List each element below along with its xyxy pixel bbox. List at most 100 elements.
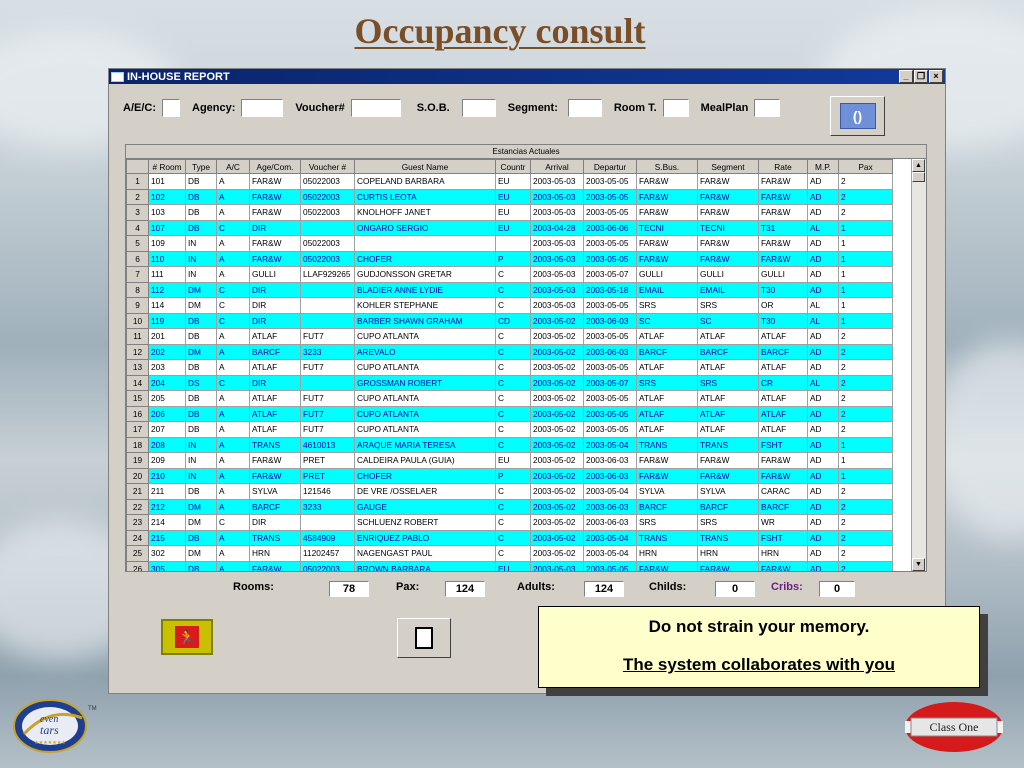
table-row[interactable]: 25 302 DM A HRN 11202457 NAGENGAST PAUL C 2003-0… (126, 545, 893, 562)
table-cell[interactable]: 2 (838, 188, 893, 205)
table-cell[interactable]: FUT7 (300, 328, 355, 345)
table-cell[interactable]: DIR (249, 374, 301, 391)
table-cell[interactable]: DB (185, 328, 217, 345)
table-cell[interactable]: FAR&W (758, 235, 808, 252)
table-cell[interactable]: CUPO ATLANTA (354, 405, 496, 422)
table-row[interactable]: 6 110 IN A FAR&W 05022003 CHOFER P 2003-05-03 200… (126, 250, 893, 267)
table-row[interactable]: 22 212 DM A BARCF 3233 GAUGE C 2003-05-02 2003-06… (126, 498, 893, 515)
table-cell[interactable]: CUPO ATLANTA (354, 390, 496, 407)
table-cell[interactable]: FAR&W (758, 467, 808, 484)
table-cell[interactable]: FAR&W (697, 173, 759, 190)
table-cell[interactable]: T30 (758, 281, 808, 298)
table-cell[interactable]: AD (807, 281, 839, 298)
table-cell[interactable]: 2003-05-07 (583, 266, 637, 283)
table-cell[interactable]: 4584909 (300, 529, 355, 546)
table-cell[interactable]: T31 (758, 219, 808, 236)
table-cell[interactable]: 2 (838, 204, 893, 221)
table-cell[interactable]: 2 (838, 498, 893, 515)
table-cell[interactable]: SYLVA (636, 483, 698, 500)
table-cell[interactable]: TECNI (636, 219, 698, 236)
table-cell[interactable]: 2 (838, 545, 893, 562)
table-cell[interactable]: 2 (838, 359, 893, 376)
table-cell[interactable]: A (216, 188, 250, 205)
table-cell[interactable]: DIR (249, 281, 301, 298)
restore-button[interactable]: ❐ (914, 70, 928, 83)
table-cell[interactable]: GULLI (636, 266, 698, 283)
row-number[interactable]: 16 (126, 405, 149, 422)
table-cell[interactable]: DB (185, 390, 217, 407)
table-cell[interactable]: EU (495, 452, 531, 469)
table-cell[interactable]: COPELAND BARBARA (354, 173, 496, 190)
scroll-down-icon[interactable]: ▼ (912, 558, 925, 571)
table-cell[interactable]: TRANS (697, 529, 759, 546)
row-number[interactable]: 21 (126, 483, 149, 500)
table-row[interactable]: 16 206 DB A ATLAF FUT7 CUPO ATLANTA C 2003-05-02… (126, 405, 893, 422)
table-cell[interactable]: C (495, 281, 531, 298)
table-cell[interactable]: 4610013 (300, 436, 355, 453)
table-cell[interactable]: EMAIL (697, 281, 759, 298)
table-cell[interactable]: SC (697, 312, 759, 329)
column-header[interactable]: Countr (495, 159, 531, 174)
table-cell[interactable]: CUPO ATLANTA (354, 328, 496, 345)
column-header[interactable]: Guest Name (354, 159, 496, 174)
table-cell[interactable]: 2003-06-03 (583, 467, 637, 484)
table-cell[interactable]: C (495, 483, 531, 500)
table-cell[interactable]: A (216, 421, 250, 438)
table-cell[interactable]: 2003-05-05 (583, 560, 637, 571)
table-cell[interactable]: 2003-06-03 (583, 312, 637, 329)
table-cell[interactable]: CD (495, 312, 531, 329)
table-cell[interactable]: DB (185, 173, 217, 190)
table-row[interactable]: 2 102 DB A FAR&W 05022003 CURTIS LEOTA EU 2003-0… (126, 188, 893, 205)
table-cell[interactable]: 2003-05-02 (530, 545, 584, 562)
table-row[interactable]: 18 208 IN A TRANS 4610013 ARAQUE MARIA TERESA C… (126, 436, 893, 453)
table-cell[interactable]: 2003-05-02 (530, 483, 584, 500)
table-cell[interactable]: SYLVA (249, 483, 301, 500)
table-cell[interactable]: FUT7 (300, 421, 355, 438)
table-cell[interactable]: 2003-06-03 (583, 452, 637, 469)
table-cell[interactable]: BARBER SHAWN GRAHAM (354, 312, 496, 329)
table-cell[interactable]: A (216, 436, 250, 453)
table-cell[interactable]: 2003-05-02 (530, 359, 584, 376)
table-cell[interactable]: 3233 (300, 498, 355, 515)
table-cell[interactable] (300, 312, 355, 329)
table-cell[interactable]: HRN (636, 545, 698, 562)
table-cell[interactable]: DM (185, 281, 217, 298)
table-cell[interactable]: 205 (148, 390, 186, 407)
row-number[interactable]: 20 (126, 467, 149, 484)
table-cell[interactable]: FAR&W (636, 204, 698, 221)
table-cell[interactable]: BARCF (636, 498, 698, 515)
table-cell[interactable]: BARCF (249, 498, 301, 515)
row-number[interactable]: 23 (126, 514, 149, 531)
table-cell[interactable]: GROSSMAN ROBERT (354, 374, 496, 391)
table-cell[interactable] (495, 235, 531, 252)
table-cell[interactable]: A (216, 343, 250, 360)
table-cell[interactable]: AD (807, 545, 839, 562)
table-cell[interactable]: DS (185, 374, 217, 391)
table-cell[interactable]: 110 (148, 250, 186, 267)
table-cell[interactable]: 2 (838, 173, 893, 190)
row-number[interactable]: 9 (126, 297, 149, 314)
table-cell[interactable]: CARAC (758, 483, 808, 500)
table-cell[interactable]: 05022003 (300, 204, 355, 221)
table-cell[interactable]: 11202457 (300, 545, 355, 562)
row-number[interactable]: 7 (126, 266, 149, 283)
table-cell[interactable]: 2003-05-02 (530, 390, 584, 407)
table-cell[interactable]: 119 (148, 312, 186, 329)
table-row[interactable]: 23 214 DM C DIR SCHLUENZ ROBERT C 2003-05-02 200… (126, 514, 893, 531)
table-cell[interactable]: 2003-05-02 (530, 421, 584, 438)
table-cell[interactable]: EU (495, 204, 531, 221)
row-number[interactable]: 2 (126, 188, 149, 205)
table-cell[interactable]: EU (495, 173, 531, 190)
table-cell[interactable]: 2003-05-03 (530, 250, 584, 267)
table-cell[interactable]: A (216, 498, 250, 515)
table-cell[interactable]: 2 (838, 421, 893, 438)
table-cell[interactable]: FAR&W (758, 250, 808, 267)
table-cell[interactable]: FAR&W (758, 188, 808, 205)
table-cell[interactable]: 2003-05-05 (583, 204, 637, 221)
table-cell[interactable] (354, 235, 496, 252)
print-report-button[interactable] (397, 618, 451, 658)
table-row[interactable]: 5 109 IN A FAR&W 05022003 2003-05-03 2003-05-05… (126, 235, 893, 252)
table-cell[interactable]: ONGARO SERGIO (354, 219, 496, 236)
table-cell[interactable]: AL (807, 374, 839, 391)
table-cell[interactable]: C (495, 514, 531, 531)
